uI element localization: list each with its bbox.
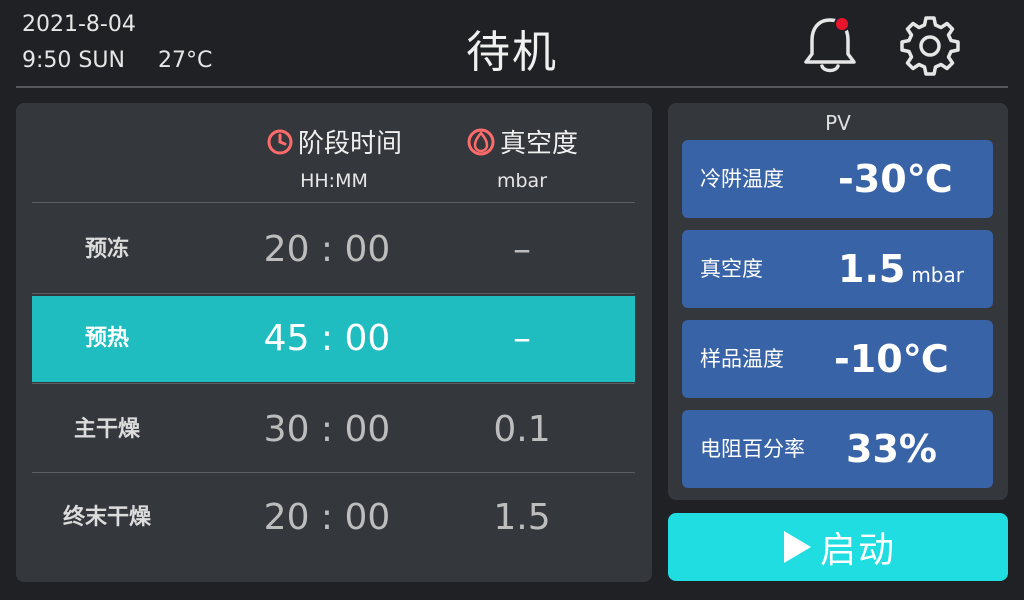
stage-row-prefreeze[interactable]: 预冻 20 : 00 –	[32, 207, 635, 293]
clock-icon	[267, 129, 293, 154]
stage-vacuum-value: 0.1	[493, 409, 551, 450]
status-header: 2021-8-04 9:50 SUN 27°C 待机	[0, 0, 1024, 88]
stage-row-preheat[interactable]: 预热 45 : 00 –	[32, 296, 635, 382]
stage-time-header-label: 阶段时间	[297, 129, 402, 159]
table-divider	[32, 472, 635, 473]
settings-button[interactable]	[898, 12, 962, 76]
table-divider	[32, 293, 635, 294]
vacuum-column-header: 真空度 mbar	[422, 123, 622, 192]
pv-card-sample-temp: 样品温度 -10℃	[682, 320, 993, 398]
pressure-icon	[467, 128, 495, 155]
pv-panel: PV 冷阱温度 -30℃ 真空度 1.5 mbar 样品温度 -10℃ 电阻百分率…	[668, 103, 1008, 500]
start-button[interactable]: 启动	[668, 513, 1008, 581]
table-divider	[32, 383, 635, 384]
alert-dot	[834, 16, 850, 32]
pv-value: -10℃	[834, 337, 949, 381]
pv-card-vacuum: 真空度 1.5 mbar	[682, 230, 993, 308]
table-divider	[32, 202, 635, 203]
stage-row-primary-drying[interactable]: 主干燥 30 : 00 0.1	[32, 387, 635, 473]
pv-card-cold-trap-temp: 冷阱温度 -30℃	[682, 140, 993, 218]
stage-name: 终末干燥	[62, 505, 151, 530]
stage-time-value: 20 : 00	[263, 229, 391, 270]
pv-card-resistance: 电阻百分率 33%	[682, 410, 993, 488]
pv-label: 样品温度	[700, 347, 784, 371]
pv-value: -30℃	[838, 157, 953, 201]
start-button-label: 启动	[819, 530, 896, 571]
pv-title: PV	[825, 111, 851, 135]
pv-label: 冷阱温度	[700, 167, 784, 191]
alarm-bell-button[interactable]	[798, 12, 862, 76]
vacuum-unit: mbar	[496, 170, 548, 192]
stage-time-column-header: 阶段时间 HH:MM	[234, 123, 434, 192]
pv-value: 1.5 mbar	[838, 247, 964, 291]
vacuum-header-label: 真空度	[499, 129, 578, 159]
page-title: 待机	[466, 27, 558, 78]
header-divider	[16, 86, 1008, 88]
stage-row-final-drying[interactable]: 终末干燥 20 : 00 1.5	[32, 475, 635, 561]
stage-time-value: 20 : 00	[263, 497, 391, 538]
play-icon	[783, 531, 811, 563]
stage-name: 预冻	[84, 237, 129, 262]
stage-time-value: 30 : 00	[263, 409, 391, 450]
stage-time-value: 45 : 00	[263, 318, 391, 359]
gear-icon	[900, 16, 960, 76]
stage-vacuum-value: –	[513, 318, 531, 359]
pv-value: 33%	[846, 427, 937, 471]
stage-time-unit: HH:MM	[300, 170, 368, 192]
stage-vacuum-value: 1.5	[493, 497, 551, 538]
stage-name: 主干燥	[73, 417, 140, 442]
stage-table-panel: 阶段时间 HH:MM 真空度 mbar 预冻 20 : 00 – 预热 45 :…	[16, 103, 652, 582]
stage-vacuum-value: –	[513, 229, 531, 270]
bell-icon	[804, 16, 856, 73]
stage-name: 预热	[84, 326, 129, 351]
pv-label: 真空度	[700, 257, 763, 281]
pv-label: 电阻百分率	[700, 437, 805, 461]
